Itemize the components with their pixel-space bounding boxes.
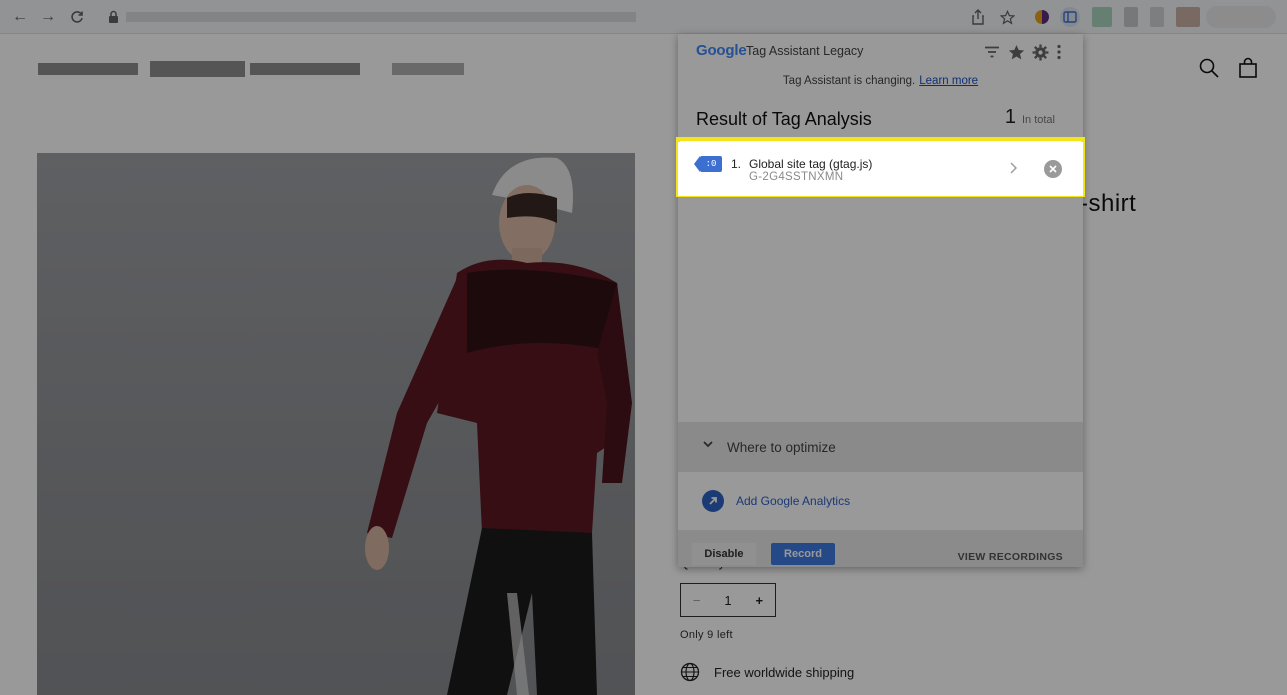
app-name: Tag Assistant Legacy	[746, 44, 864, 58]
disable-button[interactable]: Disable	[692, 543, 756, 565]
remove-tag-button[interactable]	[1044, 160, 1062, 178]
model-figure	[365, 157, 632, 695]
shipping-text: Free worldwide shipping	[714, 664, 855, 680]
google-logo-text: Google	[696, 42, 747, 59]
quantity-increase-button[interactable]: +	[755, 593, 763, 608]
back-arrow-icon: ←	[12, 8, 28, 25]
filter-button[interactable]	[983, 43, 1001, 61]
store-page: -shirt Quantity − 1 + Only 9 left Free w…	[0, 35, 1287, 695]
chevron-down-icon	[703, 441, 713, 448]
filter-icon	[985, 46, 999, 58]
back-button[interactable]: ←	[10, 7, 30, 27]
quantity-value[interactable]: 1	[724, 593, 731, 608]
more-options-button[interactable]	[1055, 43, 1063, 61]
share-icon	[972, 9, 984, 25]
star-icon	[1008, 44, 1024, 59]
shipping-info: Free worldwide shipping	[680, 662, 854, 682]
where-to-optimize-toggle[interactable]: Where to optimize	[678, 422, 1083, 472]
result-count: 1 In total	[1005, 106, 1055, 129]
bookmark-star-button[interactable]	[997, 7, 1017, 27]
tag-name: Global site tag (gtag.js)	[749, 157, 873, 171]
add-google-analytics-suggestion[interactable]: Add Google Analytics	[678, 474, 1083, 529]
blurred-store-logo	[150, 61, 245, 77]
extension-button[interactable]	[1032, 7, 1052, 27]
profile-avatar[interactable]	[1176, 7, 1200, 27]
header-actions	[983, 43, 1063, 61]
popup-footer: Disable Record VIEW RECORDINGS	[678, 530, 1083, 567]
extension-icon	[1035, 10, 1049, 24]
globe-icon	[680, 662, 700, 682]
tag-row[interactable]: :0 1. Global site tag (gtag.js) G-2G4SST…	[678, 142, 1083, 196]
close-icon	[1049, 165, 1057, 173]
where-to-optimize-label: Where to optimize	[727, 440, 836, 455]
popup-header: Google Tag Assistant Legacy Tag Assistan…	[678, 34, 1083, 130]
favorite-button[interactable]	[1007, 43, 1025, 61]
quantity-decrease-button[interactable]: −	[693, 593, 701, 608]
star-outline-icon	[999, 9, 1015, 25]
settings-button[interactable]	[1031, 43, 1049, 61]
result-count-number: 1	[1004, 106, 1016, 128]
change-notice: Tag Assistant is changing. Learn more	[678, 75, 1083, 87]
quantity-stepper[interactable]: − 1 +	[680, 583, 776, 617]
shopping-bag-icon[interactable]	[1237, 57, 1259, 79]
tag-id: G-2G4SSTNXMN	[749, 171, 844, 183]
record-button[interactable]: Record	[771, 543, 835, 565]
gear-icon	[1032, 44, 1048, 60]
extension-icon[interactable]	[1092, 7, 1112, 27]
tag-index: 1.	[731, 157, 742, 171]
share-button[interactable]	[968, 7, 988, 27]
view-recordings-link[interactable]: VIEW RECORDINGS	[958, 551, 1063, 563]
stock-status: Only 9 left	[680, 629, 733, 641]
result-title: Result of Tag Analysis	[696, 109, 872, 129]
profile-chip[interactable]	[1206, 6, 1276, 28]
product-title: -shirt	[1080, 190, 1137, 217]
blurred-store-logo	[250, 63, 360, 75]
tag-assistant-extension-button[interactable]	[1060, 7, 1080, 27]
product-image[interactable]	[37, 153, 635, 695]
reload-button[interactable]	[67, 7, 87, 27]
extension-icon[interactable]	[1150, 7, 1164, 27]
add-google-analytics-link[interactable]: Add Google Analytics	[736, 494, 850, 508]
blurred-url	[126, 12, 636, 22]
tag-badge-icon: :0	[694, 156, 722, 172]
lock-icon	[109, 10, 118, 23]
highlighted-tag-row: :0 1. Global site tag (gtag.js) G-2G4SST…	[676, 137, 1085, 197]
extension-icon[interactable]	[1124, 7, 1138, 27]
chevron-right-icon[interactable]	[1008, 161, 1018, 175]
blurred-store-logo	[392, 63, 464, 75]
learn-more-link[interactable]: Learn more	[919, 75, 978, 87]
search-icon[interactable]	[1198, 57, 1220, 79]
tag-assistant-icon	[1063, 11, 1077, 23]
google-logo: Google	[696, 42, 747, 59]
forward-button[interactable]: →	[38, 7, 58, 27]
result-count-label: In total	[1021, 114, 1055, 126]
arrow-up-right-icon	[702, 490, 724, 512]
blurred-store-logo[interactable]	[38, 63, 138, 75]
tag-assistant-popup: Google Tag Assistant Legacy Tag Assistan…	[678, 34, 1083, 567]
forward-arrow-icon: →	[40, 8, 56, 25]
browser-toolbar: ← →	[0, 0, 1287, 34]
reload-icon	[71, 11, 83, 23]
more-vert-icon	[1057, 44, 1061, 60]
notice-text: Tag Assistant is changing.	[782, 75, 916, 87]
